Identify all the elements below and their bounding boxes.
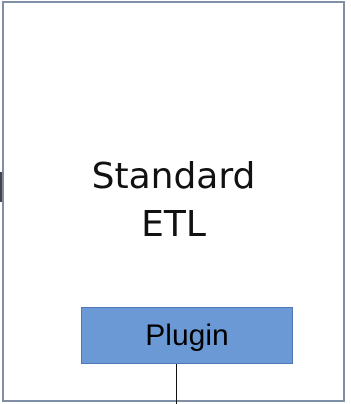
diagram-canvas: Standard ETL Plugin (0, 0, 351, 404)
plugin-label: Plugin (145, 318, 229, 352)
plugin-connector-line (176, 364, 177, 404)
plugin-node: Plugin (81, 307, 293, 364)
standard-etl-label: Standard ETL (91, 156, 256, 245)
